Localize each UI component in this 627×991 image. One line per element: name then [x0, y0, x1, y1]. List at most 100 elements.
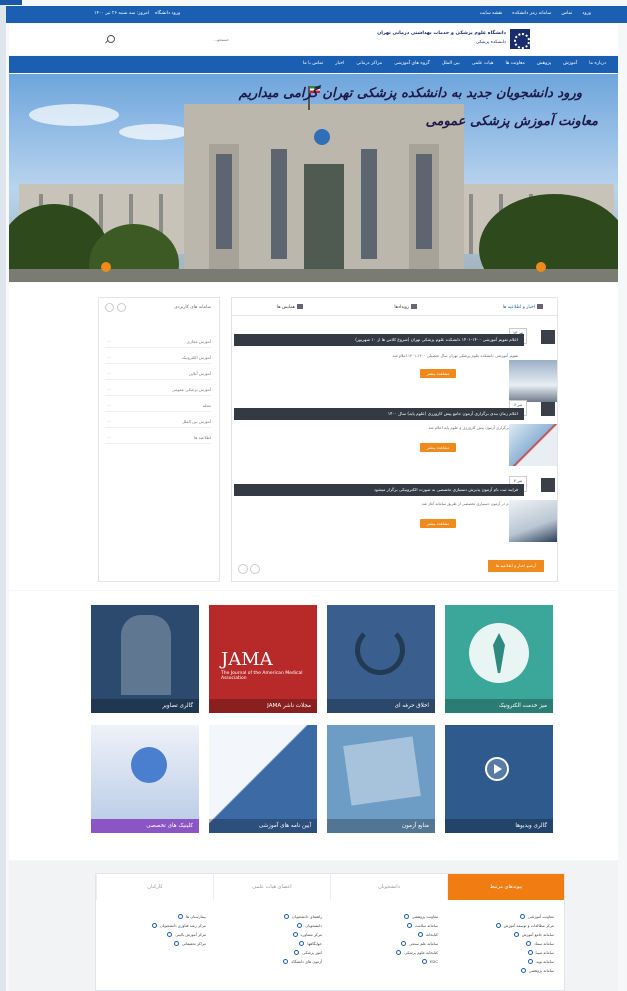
link-item[interactable]: مرکز مشاوره	[283, 930, 322, 939]
top-link-rez[interactable]: سامانه رمز دانشکده	[512, 11, 551, 16]
tab-events[interactable]: رویدادها	[394, 304, 417, 310]
tile-exam-resources[interactable]: منابع آزمون	[327, 725, 435, 833]
link-item[interactable]: خوابگاهها	[283, 939, 322, 948]
sidebar-next-icon[interactable]	[117, 303, 126, 312]
link-item[interactable]: مرکز مطالعات و توسعه آموزش	[495, 921, 554, 930]
pager-prev[interactable]	[238, 564, 248, 574]
visitor-link[interactable]: ورود دانشگاه	[155, 11, 180, 16]
link-icon	[294, 950, 300, 955]
left-scroll-strip	[0, 0, 6, 991]
megaphone-icon	[297, 304, 303, 309]
tab-faculty-members[interactable]: اعضای هیات علمی	[213, 874, 330, 900]
link-item[interactable]: مرکز آموزش بالینی	[152, 930, 206, 939]
nav-item-about[interactable]: درباره ما	[589, 61, 606, 66]
hero-prev-button[interactable]	[101, 262, 111, 272]
link-item[interactable]: کتابخانه علوم پزشکی	[396, 948, 438, 957]
all-news-button[interactable]: آرشیو اخبار و اطلاعیه ها	[488, 560, 544, 572]
sidebar-item[interactable]: اطلاعیه ها	[105, 432, 211, 444]
top-cap-bar	[0, 0, 22, 5]
nav-item-centers[interactable]: مراکز درمانی	[356, 61, 382, 66]
link-text: سامانه سیبا	[535, 950, 554, 955]
sidebar-item[interactable]: مجله	[105, 400, 211, 412]
tile-image-gallery[interactable]: گالری تصاویر	[91, 605, 199, 713]
tile-video-gallery[interactable]: گالری ویدیوها	[445, 725, 553, 833]
link-icon	[173, 941, 179, 946]
building-column	[469, 194, 473, 254]
link-item[interactable]: راهنمای دانشجویان	[283, 912, 322, 921]
nav-item-news[interactable]: اخبار	[335, 61, 344, 66]
link-icon	[297, 923, 303, 928]
link-item[interactable]: سامانه علم سنجی	[396, 939, 438, 948]
link-item[interactable]: معاونت پژوهشی	[396, 912, 438, 921]
link-item[interactable]: سامانه پژوهشی	[496, 966, 554, 975]
sidebar-item[interactable]: آموزش مجازی	[105, 336, 211, 348]
building-window	[416, 154, 432, 249]
link-icon	[520, 968, 526, 973]
tab-students[interactable]: دانشجویان	[330, 874, 447, 900]
top-link-login[interactable]: ورود	[582, 11, 591, 16]
news-thumbnail[interactable]	[509, 500, 557, 542]
hexagon-network-icon	[131, 747, 167, 783]
tab-conferences[interactable]: همایش ها	[277, 304, 303, 310]
nav-item-education[interactable]: آموزش	[563, 61, 577, 66]
building-window	[361, 149, 377, 259]
news-more-button[interactable]: مشاهده بیشتر	[420, 519, 456, 528]
link-item[interactable]: سامانه جامع آموزش	[496, 930, 554, 939]
link-item[interactable]: مرکز رشد فناوری دانشجویان	[151, 921, 206, 930]
news-thumbnail[interactable]	[509, 424, 557, 466]
news-title[interactable]: فرایند ثبت نام آزمون پذیرش دستیاری تخصصی…	[234, 484, 524, 496]
sidebar-item[interactable]: آموزش آنلاین	[105, 368, 211, 380]
nav-item-contact[interactable]: تماس با ما	[303, 61, 323, 66]
news-more-button[interactable]: مشاهده بیشتر	[420, 369, 456, 378]
links-column-4: بیمارستان ها مرکز رشد فناوری دانشجویان م…	[151, 912, 206, 948]
tile-e-service[interactable]: میز خدمت الکترونیک	[445, 605, 553, 713]
link-item[interactable]: EDC	[396, 957, 438, 966]
hero-slider[interactable]: ورود دانشجویان جدید به دانشکده پزشکی تهر…	[9, 74, 618, 282]
top-link-sitemap[interactable]: نقشه سایت	[480, 11, 503, 16]
link-item[interactable]: سامانه سیبا	[496, 948, 554, 957]
sidebar-item[interactable]: آموزش بین الملل	[105, 416, 211, 428]
tile-jama[interactable]: JAMA The Journal of the American Medical…	[209, 605, 317, 713]
link-icon	[525, 941, 531, 946]
link-icon	[396, 950, 402, 955]
news-title[interactable]: اعلام زمان بندی برگزاری آزمون جامع پیش ک…	[234, 408, 524, 420]
tab-related-links[interactable]: پیوندهای مرتبط	[447, 874, 564, 900]
link-item[interactable]: سامانه سماد	[496, 939, 554, 948]
tab-events-label: رویدادها	[394, 305, 409, 310]
tile-clinics[interactable]: کلینیک های تخصصی	[91, 725, 199, 833]
sidebar-item[interactable]: آموزش پزشکی عمومی	[105, 384, 211, 396]
news-title[interactable]: اعلام تقویم آموزشی ۱۴۰۰-۱۴۰۱ دانشکده علو…	[234, 334, 524, 346]
tab-staff[interactable]: کارکنان	[96, 874, 213, 900]
nav-item-departments[interactable]: گروه های آموزشی	[394, 61, 430, 66]
university-logo[interactable]	[510, 29, 530, 49]
link-item[interactable]: معاونت آموزشی	[496, 912, 554, 921]
hero-next-button[interactable]	[536, 262, 546, 272]
link-item[interactable]: امور پزشکی	[283, 948, 322, 957]
link-text: سامانه سماد	[533, 941, 554, 946]
sidebar-prev-icon[interactable]	[105, 303, 114, 312]
link-item[interactable]: سامانه نوید	[496, 957, 554, 966]
search-input[interactable]	[119, 33, 229, 45]
nav-item-international[interactable]: بین الملل	[442, 61, 460, 66]
tab-news[interactable]: اخبار و اطلاعیه ها	[503, 304, 543, 310]
link-item[interactable]: دانشجویان	[283, 921, 322, 930]
nav-item-research[interactable]: پژوهش	[537, 61, 551, 66]
news-thumbnail[interactable]	[509, 360, 557, 402]
link-icon	[283, 959, 289, 964]
top-link-contact[interactable]: تماس	[561, 11, 572, 16]
building-window	[216, 154, 232, 249]
sidebar-item[interactable]: آموزش الکترونیک	[105, 352, 211, 364]
tile-regulations[interactable]: آیین نامه های آموزشی	[209, 725, 317, 833]
news-more-button[interactable]: مشاهده بیشتر	[420, 443, 456, 452]
link-item[interactable]: کتابخانه	[396, 930, 438, 939]
nav-item-faculty[interactable]: هیات علمی	[472, 61, 494, 66]
tile-ethics[interactable]: اخلاق حرفه ای	[327, 605, 435, 713]
link-item[interactable]: سامانه سلامت	[396, 921, 438, 930]
link-item[interactable]: مراکز تحقیقاتی	[152, 939, 206, 948]
pager-next[interactable]	[250, 564, 260, 574]
link-text: سامانه علم سنجی	[408, 941, 438, 946]
search-icon[interactable]	[107, 35, 115, 43]
nav-item-deputies[interactable]: معاونت ها	[505, 61, 524, 66]
link-item[interactable]: آزمون های دانشگاه	[283, 957, 322, 966]
link-item[interactable]: بیمارستان ها	[152, 912, 206, 921]
